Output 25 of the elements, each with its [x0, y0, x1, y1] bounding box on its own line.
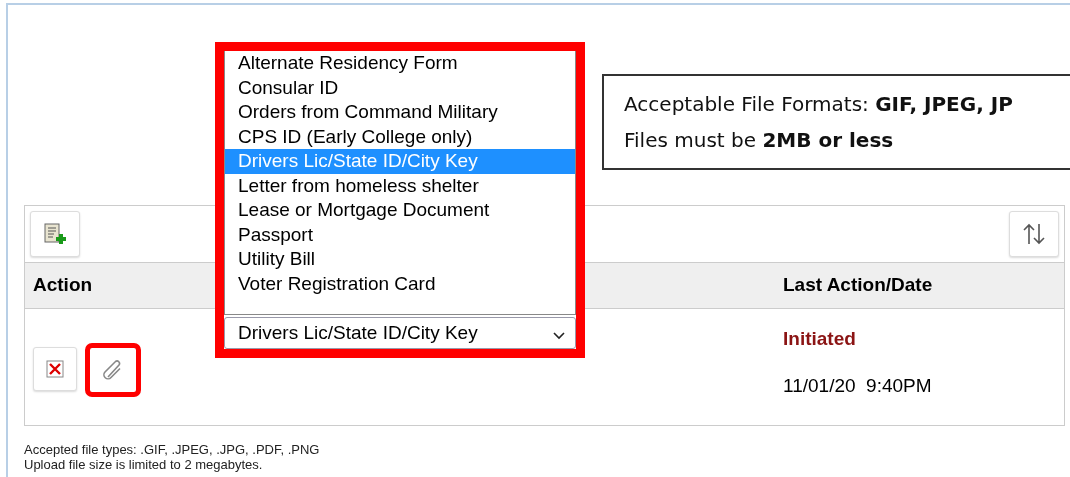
- dropdown-option[interactable]: Orders from Command Military: [225, 100, 575, 125]
- dropdown-option[interactable]: CPS ID (Early College only): [225, 124, 575, 149]
- document-type-select[interactable]: Drivers Lic/State ID/City Key: [224, 317, 576, 349]
- column-header: Last Action/Date: [783, 274, 933, 296]
- help-text: Accepted file types: .GIF, .JPEG, .JPG, .PDF, .PNG: [24, 442, 321, 457]
- callout-text: Files must be 2MB or less: [624, 127, 895, 154]
- dropdown-option[interactable]: Alternate Residency Form: [225, 51, 575, 76]
- delete-button[interactable]: [33, 347, 77, 391]
- sort-icon: [1021, 222, 1047, 246]
- dropdown-option[interactable]: Utility Bill: [225, 247, 575, 272]
- status-text: Initiated: [783, 327, 857, 351]
- delete-icon: [46, 360, 64, 378]
- date-text: 11/01/20 9:40PM: [783, 373, 932, 398]
- dropdown-option[interactable]: Passport: [225, 222, 575, 247]
- add-attachment-button[interactable]: [30, 211, 80, 257]
- dropdown-option[interactable]: Lease or Mortgage Document: [225, 198, 575, 223]
- dropdown-option[interactable]: Voter Registration Card: [225, 271, 575, 296]
- callout-text: Acceptable File Formats: GIF, JPEG, JP: [624, 91, 1014, 118]
- chevron-down-icon: [553, 332, 565, 340]
- column-header: Action: [33, 274, 93, 296]
- dropdown-option[interactable]: Consular ID: [225, 75, 575, 100]
- dropdown-option[interactable]: Letter from homeless shelter: [225, 173, 575, 198]
- add-document-icon: [43, 222, 67, 246]
- sort-button[interactable]: [1009, 211, 1059, 257]
- help-text: Upload file size is limited to 2 megabytes.: [24, 457, 264, 472]
